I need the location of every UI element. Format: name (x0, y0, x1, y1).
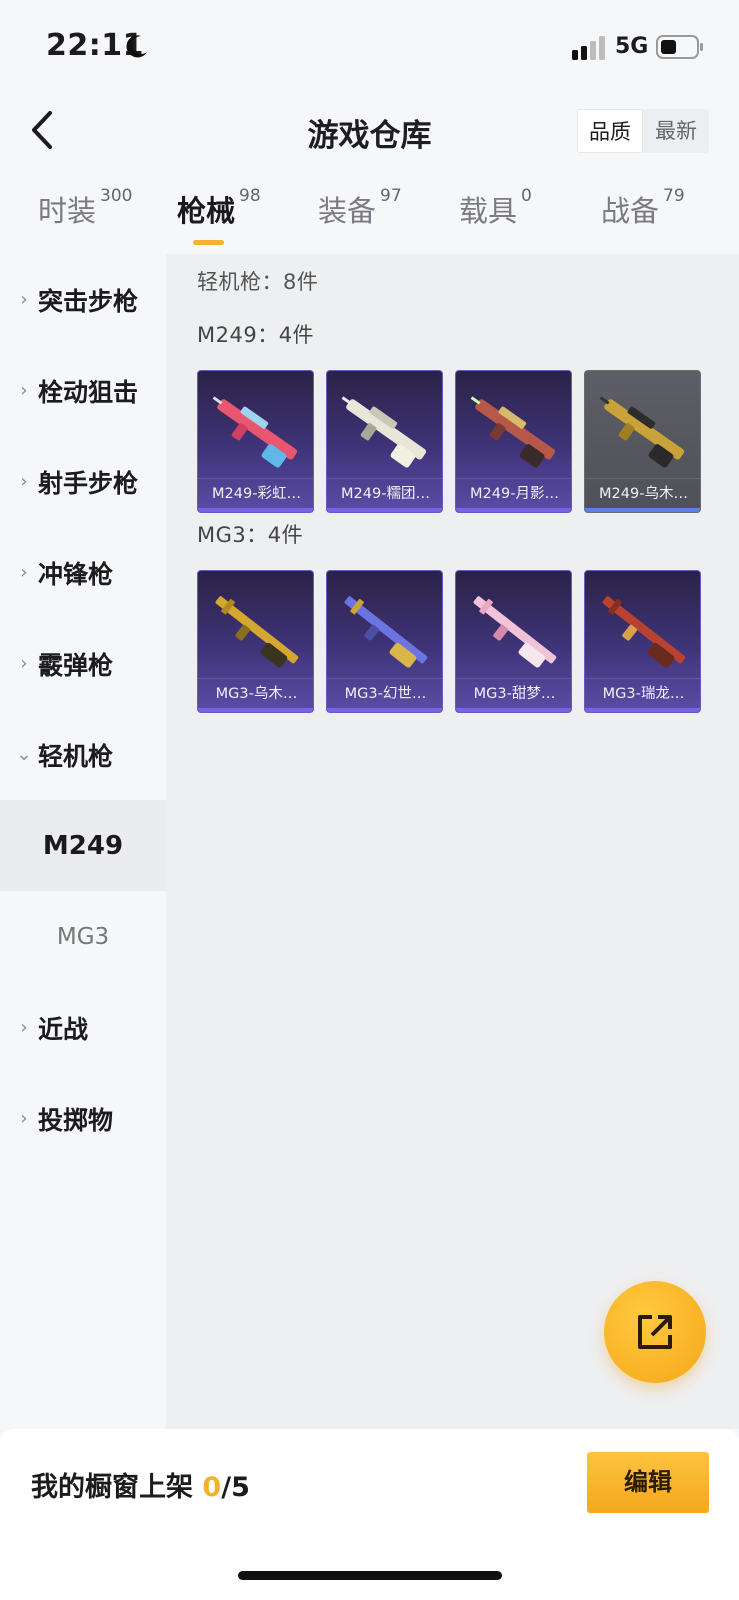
item-name: M249-月影… (456, 478, 571, 508)
active-tab-indicator (193, 240, 224, 245)
item-name: MG3-乌木… (198, 678, 313, 708)
tab-label: 枪械 (177, 194, 236, 228)
m249-gun-icon (212, 396, 298, 468)
showcase-total: /5 (221, 1472, 250, 1503)
showcase-count: 0 (202, 1472, 222, 1503)
sidebar-item-shotgun[interactable]: › 霰弹枪 (0, 618, 166, 709)
tab-label: 载具 (459, 194, 518, 228)
sidebar-subitem-m249[interactable]: M249 (0, 800, 166, 891)
group-title-mg3: MG3：4件 (197, 523, 304, 547)
rarity-bar (585, 508, 700, 512)
showcase-label: 我的橱窗上架 0/5 (31, 1465, 250, 1504)
mg3-gun-icon (215, 596, 299, 668)
tab-count: 97 (380, 186, 402, 206)
mg3-gun-icon (602, 596, 686, 668)
rarity-bar (585, 708, 700, 712)
chevron-right-icon: › (20, 471, 28, 492)
sidebar-item-assault-rifle[interactable]: › 突击步枪 (0, 254, 166, 345)
home-indicator (238, 1571, 502, 1580)
rarity-bar (198, 708, 313, 712)
item-content: 轻机枪：8件 M249：4件 M249-彩虹… M249-糯团… M249-月影… (166, 254, 739, 1429)
sidebar-item-melee[interactable]: › 近战 (0, 982, 166, 1073)
tab-count: 300 (100, 186, 133, 206)
header: 游戏仓库 品质 最新 (0, 90, 739, 170)
item-card[interactable]: M249-乌木… (584, 370, 701, 513)
status-bar: 22:11 5G (0, 0, 739, 90)
m249-gun-icon (599, 396, 685, 468)
rarity-bar (456, 708, 571, 712)
edit-button[interactable]: 编辑 (587, 1452, 709, 1513)
battery-icon (656, 35, 703, 59)
sort-newest-button[interactable]: 最新 (643, 109, 709, 153)
sidebar-item-label: 投掷物 (38, 1105, 114, 1135)
tab-label: 时装 (38, 194, 97, 228)
mg3-gun-icon (344, 596, 428, 668)
tab-count: 79 (663, 186, 685, 206)
tab-gear[interactable]: 战备 79 (601, 186, 685, 230)
bottom-bar: 我的橱窗上架 0/5 编辑 (0, 1429, 739, 1600)
m249-gun-icon (341, 396, 427, 468)
rarity-bar (456, 508, 571, 512)
chevron-right-icon: › (20, 289, 28, 310)
sidebar-item-bolt-sniper[interactable]: › 栓动狙击 (0, 345, 166, 436)
item-card[interactable]: M249-月影… (455, 370, 572, 513)
sort-quality-button[interactable]: 品质 (577, 109, 643, 153)
tab-fashion[interactable]: 时装 300 (38, 186, 133, 230)
sidebar-subitem-mg3[interactable]: MG3 (0, 891, 166, 982)
sidebar-item-smg[interactable]: › 冲锋枪 (0, 527, 166, 618)
item-name: M249-乌木… (585, 478, 700, 508)
item-card[interactable]: M249-糯团… (326, 370, 443, 513)
item-name: M249-糯团… (327, 478, 442, 508)
tab-count: 0 (521, 186, 532, 206)
chevron-right-icon: › (20, 562, 28, 583)
tab-firearms[interactable]: 枪械 98 (177, 186, 261, 230)
item-card[interactable]: MG3-乌木… (197, 570, 314, 713)
share-button[interactable] (604, 1281, 706, 1383)
tab-count: 98 (239, 186, 261, 206)
sidebar-item-label: 射手步枪 (38, 468, 139, 498)
item-card[interactable]: MG3-瑞龙… (584, 570, 701, 713)
sidebar-item-label: 轻机枪 (38, 741, 114, 771)
rarity-bar (327, 508, 442, 512)
tab-vehicles[interactable]: 载具 0 (459, 186, 532, 230)
item-name: MG3-瑞龙… (585, 678, 700, 708)
chevron-right-icon: › (20, 380, 28, 401)
group-title-m249: M249：4件 (197, 323, 315, 347)
item-name: MG3-甜梦… (456, 678, 571, 708)
chevron-down-icon: ⌄ (16, 744, 32, 765)
sort-toggle: 品质 最新 (577, 109, 709, 153)
rarity-bar (327, 708, 442, 712)
showcase-text: 我的橱窗上架 (31, 1472, 203, 1503)
mg3-gun-icon (473, 596, 557, 668)
tab-label: 战备 (601, 194, 660, 228)
rarity-bar (198, 508, 313, 512)
sidebar-item-label: 冲锋枪 (38, 559, 114, 589)
item-card[interactable]: MG3-甜梦… (455, 570, 572, 713)
chevron-right-icon: › (20, 1017, 28, 1038)
moon-icon (126, 35, 147, 58)
item-card[interactable]: MG3-幻世… (326, 570, 443, 713)
m249-gun-icon (470, 396, 556, 468)
external-link-icon (638, 1315, 672, 1349)
signal-icon (572, 36, 605, 60)
network-label: 5G (615, 34, 649, 59)
sidebar-item-label: 近战 (38, 1014, 89, 1044)
section-title: 轻机枪：8件 (197, 270, 319, 294)
category-tabs: 时装 300 枪械 98 装备 97 载具 0 战备 79 (0, 176, 739, 254)
chevron-right-icon: › (20, 1108, 28, 1129)
item-name: MG3-幻世… (327, 678, 442, 708)
sidebar-item-label: 霰弹枪 (38, 650, 114, 680)
sidebar-item-marksman-rifle[interactable]: › 射手步枪 (0, 436, 166, 527)
tab-label: 装备 (318, 194, 377, 228)
tab-equipment[interactable]: 装备 97 (318, 186, 402, 230)
sidebar-item-throwables[interactable]: › 投掷物 (0, 1073, 166, 1164)
sidebar-item-label: 突击步枪 (38, 286, 139, 316)
chevron-right-icon: › (20, 653, 28, 674)
sidebar-item-lmg[interactable]: ⌄ 轻机枪 (0, 709, 166, 800)
item-card[interactable]: M249-彩虹… (197, 370, 314, 513)
sidebar: › 突击步枪 › 栓动狙击 › 射手步枪 › 冲锋枪 › 霰弹枪 ⌄ 轻机枪 M… (0, 254, 166, 1429)
sidebar-item-label: 栓动狙击 (38, 377, 139, 407)
item-name: M249-彩虹… (198, 478, 313, 508)
